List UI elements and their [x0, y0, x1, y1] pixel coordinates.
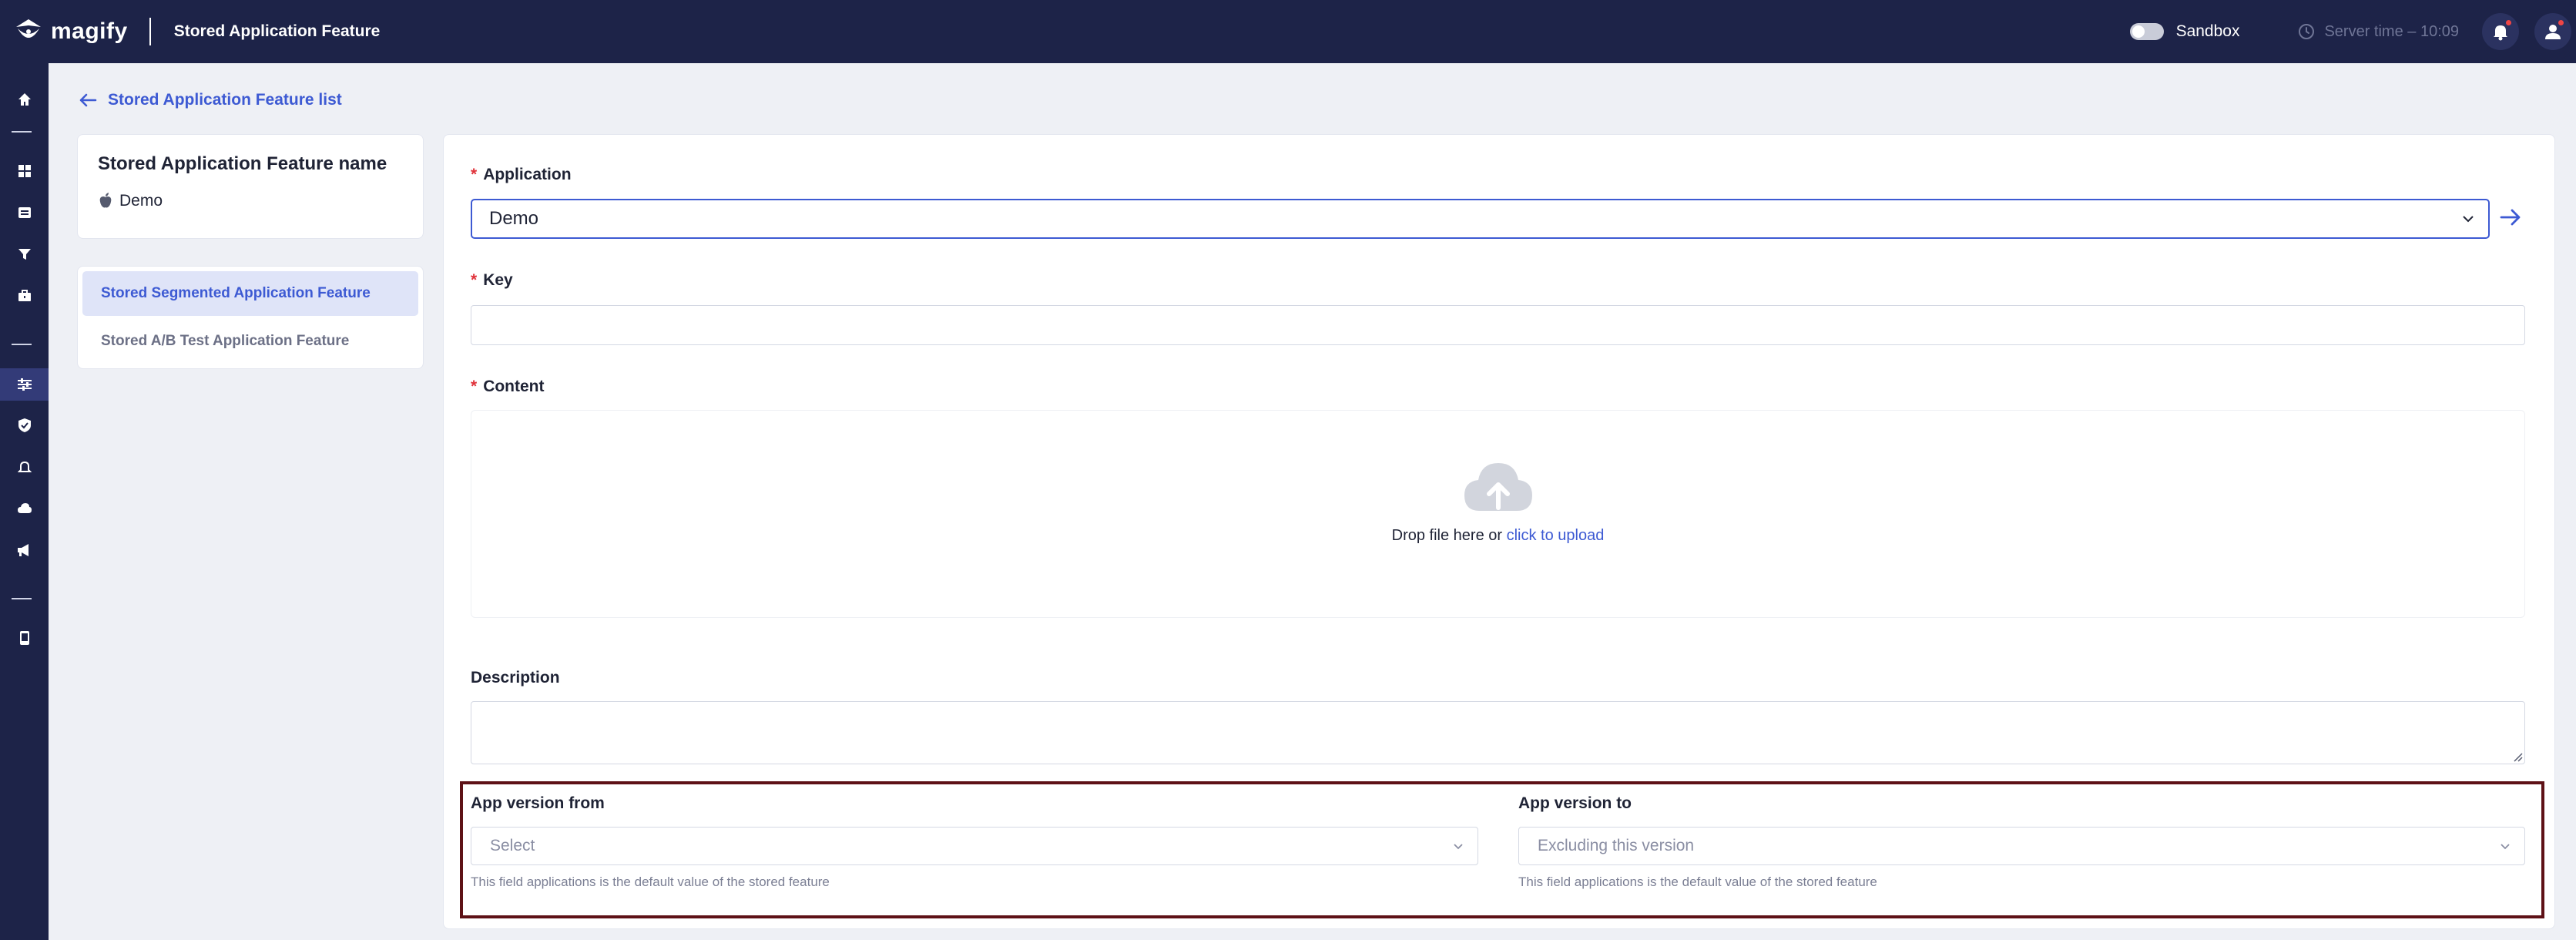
user-menu-button[interactable]	[2534, 13, 2571, 50]
left-rail	[0, 63, 49, 940]
grid-icon	[18, 165, 31, 177]
cloud-upload-icon	[1464, 463, 1532, 511]
bell-outline-icon	[17, 461, 32, 472]
page-title: Stored Application Feature	[173, 22, 381, 40]
summary-title: Stored Application Feature name	[98, 153, 387, 174]
open-application-button[interactable]	[2499, 206, 2522, 232]
rail-divider	[12, 598, 32, 599]
summary-app: Demo	[98, 192, 403, 210]
rail-filter[interactable]	[0, 238, 49, 270]
chevron-down-icon	[2501, 844, 2510, 850]
key-input[interactable]	[471, 305, 2525, 345]
nav-segmented-feature[interactable]: Stored Segmented Application Feature	[82, 271, 418, 316]
required-asterisk: *	[471, 378, 478, 395]
clock-icon	[2299, 24, 2315, 39]
server-time: Server time – 10:09	[2298, 23, 2459, 41]
rail-divider	[12, 344, 32, 345]
arrow-right-icon	[2500, 209, 2521, 226]
rail-cloud[interactable]	[0, 492, 49, 525]
description-textarea[interactable]	[471, 701, 2525, 764]
version-to-select[interactable]: Excluding this version	[1518, 827, 2525, 865]
sandbox-label: Sandbox	[2175, 22, 2240, 40]
content-label: * Content	[471, 378, 545, 395]
rail-marketing[interactable]	[0, 534, 49, 566]
version-from-placeholder: Select	[490, 837, 535, 854]
application-label: * Application	[471, 166, 572, 183]
brand-name: magify	[51, 18, 128, 44]
brand-logo[interactable]: magify	[12, 15, 128, 48]
notifications-button[interactable]	[2482, 13, 2519, 50]
version-from-hint: This field applications is the default v…	[471, 875, 830, 889]
drop-text: Drop file here or	[1391, 527, 1503, 544]
required-asterisk: *	[471, 166, 478, 183]
feature-type-nav: Stored Segmented Application Feature Sto…	[77, 266, 424, 369]
version-from-label: App version from	[471, 794, 605, 812]
rail-security[interactable]	[0, 409, 49, 441]
rail-alerts[interactable]	[0, 451, 49, 483]
chevron-down-icon	[1454, 844, 1463, 850]
notification-badge	[2504, 18, 2513, 27]
upload-instructions: Drop file here or click to upload	[471, 527, 2524, 545]
sandbox-toggle[interactable]	[2129, 23, 2164, 40]
user-badge	[2557, 18, 2565, 27]
top-bar: magify Stored Application Feature Sandbo…	[0, 0, 2576, 63]
megaphone-icon	[17, 544, 29, 556]
briefcase-icon	[18, 290, 31, 301]
application-select-value: Demo	[489, 208, 539, 229]
inbox-icon	[18, 207, 31, 218]
rail-divider	[12, 131, 32, 133]
back-to-list-link[interactable]: Stored Application Feature list	[79, 91, 342, 109]
content-upload-dropzone[interactable]: Drop file here or click to upload	[471, 410, 2525, 618]
nav-ab-test-feature[interactable]: Stored A/B Test Application Feature	[82, 319, 418, 364]
description-label: Description	[471, 669, 560, 687]
click-to-upload-link[interactable]: click to upload	[1507, 527, 1605, 544]
version-to-hint: This field applications is the default v…	[1518, 875, 1877, 889]
apple-icon	[99, 193, 112, 208]
back-link-label: Stored Application Feature list	[108, 91, 342, 109]
rail-dashboard[interactable]	[0, 155, 49, 187]
rail-campaigns[interactable]	[0, 280, 49, 312]
sliders-icon	[17, 378, 32, 391]
server-time-text: Server time – 10:09	[2324, 22, 2459, 40]
magify-logo-icon	[12, 15, 45, 48]
version-to-label: App version to	[1518, 794, 1632, 812]
rail-features[interactable]	[0, 368, 49, 401]
feature-summary-card: Stored Application Feature name Demo	[77, 134, 424, 239]
home-icon	[18, 93, 31, 106]
phone-icon	[19, 631, 29, 645]
summary-app-name: Demo	[119, 192, 163, 210]
resize-handle-icon[interactable]	[2511, 750, 2523, 762]
header-divider	[149, 18, 151, 45]
shield-icon	[18, 418, 31, 432]
application-select[interactable]: Demo	[471, 199, 2490, 239]
key-label: * Key	[471, 271, 513, 289]
chevron-down-icon	[2463, 216, 2474, 223]
required-asterisk: *	[471, 271, 478, 289]
rail-devices[interactable]	[0, 622, 49, 654]
version-from-select[interactable]: Select	[471, 827, 1478, 865]
rail-storage[interactable]	[0, 196, 49, 229]
version-to-placeholder: Excluding this version	[1538, 837, 1695, 854]
rail-home[interactable]	[0, 83, 49, 116]
filter-icon	[18, 249, 31, 260]
arrow-left-icon	[79, 93, 97, 107]
cloud-icon	[17, 503, 32, 513]
